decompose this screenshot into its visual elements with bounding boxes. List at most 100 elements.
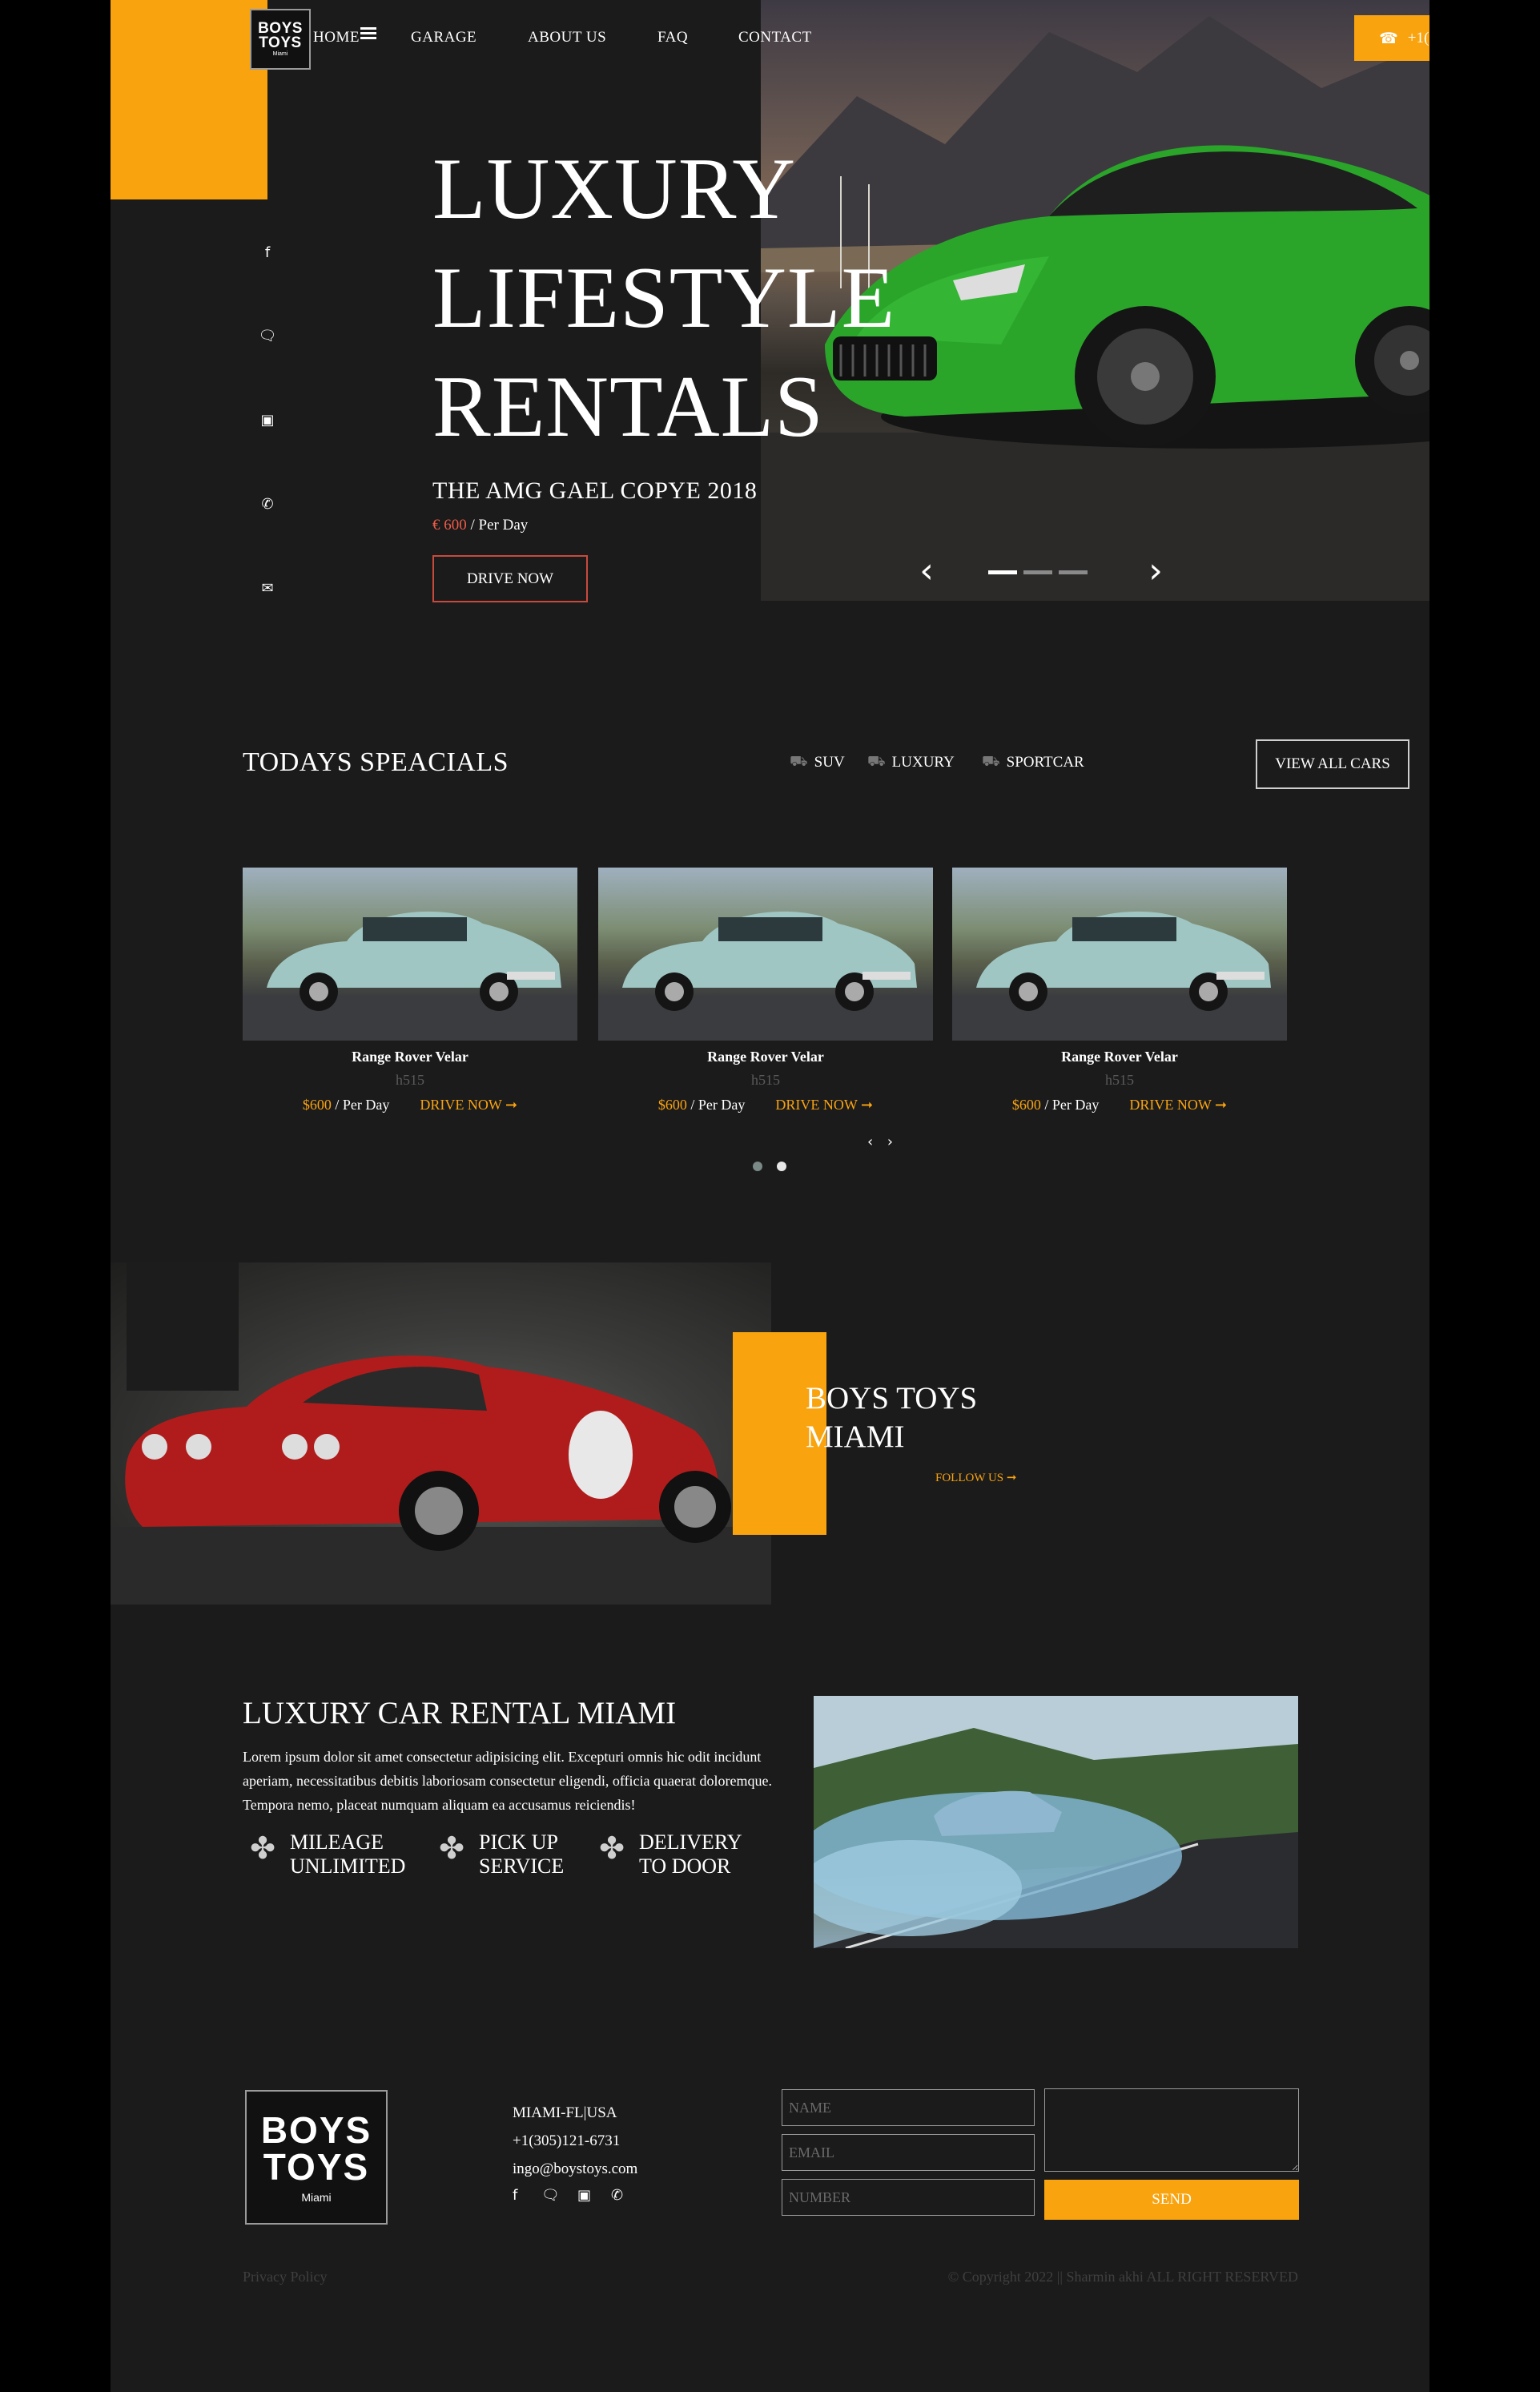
nav-garage[interactable]: GARAGE — [411, 29, 476, 46]
logo-line-3: Miami — [272, 50, 288, 57]
privacy-policy-link[interactable]: Privacy Policy — [243, 2269, 328, 2285]
drift-illustration — [814, 1696, 1298, 1948]
nav-contact[interactable]: CONTACT — [738, 29, 812, 46]
corner-accent-block — [111, 0, 267, 199]
logo-line-3: Miami — [301, 2191, 332, 2204]
chat-icon[interactable]: 🗨 — [541, 2187, 560, 2204]
footer-email[interactable]: ingo@boystoys.com — [513, 2160, 637, 2178]
card-price-row: $600 / Per Day DRIVE NOW ➞ — [598, 1097, 933, 1113]
car-price: $600 / Per Day — [1011, 1097, 1100, 1113]
drive-now-link[interactable]: DRIVE NOW ➞ — [1129, 1097, 1227, 1113]
hero-price: € 600 / Per Day — [432, 517, 528, 534]
currency-symbol: € — [432, 517, 440, 534]
filter-luxury[interactable]: ⛟ LUXURY — [867, 753, 955, 772]
feature-delivery: ✤ DELIVERY TO DOOR — [594, 1830, 742, 1879]
hamburger-menu-icon[interactable] — [360, 27, 376, 40]
car-price: $600 / Per Day — [302, 1097, 390, 1113]
feature-pickup: ✤ PICK UP SERVICE — [434, 1830, 564, 1879]
phone-number: +1(305)121-6731 — [1407, 29, 1429, 46]
facebook-icon[interactable]: f — [513, 2187, 517, 2204]
mail-icon[interactable]: ✉ — [253, 574, 282, 602]
whatsapp-icon[interactable]: ✆ — [611, 2187, 623, 2204]
car-icon: ⛟ — [982, 753, 1000, 770]
classic-car-illustration — [952, 911, 1287, 1041]
car-icon: ⛟ — [790, 753, 808, 770]
hero-slide-dot-2[interactable] — [1023, 570, 1052, 574]
car-icon: ⛟ — [867, 753, 886, 770]
drive-now-link[interactable]: DRIVE NOW ➞ — [775, 1097, 873, 1113]
send-button[interactable]: SEND — [1044, 2180, 1299, 2220]
price-unit: / Per Day — [466, 517, 529, 534]
feature-mileage: ✤ MILEAGE UNLIMITED — [245, 1830, 405, 1879]
filter-suv[interactable]: ⛟ SUV — [790, 753, 845, 772]
phone-icon: ☎ — [1379, 29, 1398, 47]
chat-icon[interactable]: 🗨 — [253, 321, 282, 350]
car-card-image — [952, 868, 1287, 1041]
arrow-right-icon: ➞ — [1215, 1097, 1228, 1113]
message-textarea[interactable] — [1044, 2088, 1299, 2172]
logo-line-1: BOYS — [258, 19, 303, 37]
car-subtitle: h515 — [751, 1072, 780, 1088]
page: BOYS TOYS Miami HOME GARAGE ABOUT US FAQ… — [111, 0, 1429, 2392]
filter-label: SUV — [814, 754, 845, 771]
hero-slide-dot-1[interactable] — [988, 570, 1017, 574]
facebook-icon[interactable]: f — [253, 238, 282, 267]
card-price-row: $600 / Per Day DRIVE NOW ➞ — [952, 1097, 1287, 1113]
arrow-right-icon: ➞ — [505, 1097, 518, 1113]
steering-wheel-icon: ✤ — [250, 1830, 275, 1866]
footer-phone[interactable]: +1(305)121-6731 — [513, 2132, 620, 2150]
header-logo[interactable]: BOYS TOYS Miami — [250, 9, 311, 70]
red-car-image — [111, 1262, 771, 1605]
footer-location: MIAMI-FL|USA — [513, 2104, 617, 2121]
hero-title: LUXURY LIFESTYLE RENTALS — [432, 140, 896, 455]
logo-line-2: TOYS — [259, 34, 302, 51]
car-subtitle: h515 — [1105, 1072, 1134, 1088]
car-card-image — [243, 868, 577, 1041]
carousel-arrows[interactable]: ‹ › — [867, 1134, 898, 1150]
email-input[interactable] — [782, 2134, 1035, 2171]
feature-label: MILEAGE UNLIMITED — [290, 1830, 406, 1878]
whatsapp-icon[interactable]: ✆ — [253, 489, 282, 518]
nav-faq[interactable]: FAQ — [657, 29, 688, 46]
hero-prev-arrow-icon[interactable]: ‹ — [912, 554, 941, 589]
steering-wheel-icon: ✤ — [599, 1830, 625, 1866]
filter-sportcar[interactable]: ⛟ SPORTCAR — [982, 753, 1084, 772]
car-name: Range Rover Velar — [707, 1049, 824, 1065]
phone-button[interactable]: ☎ +1(305)121-6731 — [1354, 15, 1429, 61]
about-title: LUXURY CAR RENTAL MIAMI — [243, 1696, 677, 1730]
about-text: Lorem ipsum dolor sit amet consectetur a… — [243, 1749, 772, 1813]
view-all-cars-button[interactable]: VIEW ALL CARS — [1256, 739, 1409, 789]
arrow-right-icon: ➞ — [861, 1097, 874, 1113]
name-input[interactable] — [782, 2089, 1035, 2126]
hero-drive-now-button[interactable]: DRIVE NOW — [432, 555, 588, 602]
car-name: Range Rover Velar — [352, 1049, 468, 1065]
classic-car-illustration — [243, 911, 577, 1041]
number-input[interactable] — [782, 2179, 1035, 2216]
hero-model-name: THE AMG GAEL COPYE 2018 — [432, 477, 758, 504]
hero-slide-dot-3[interactable] — [1059, 570, 1088, 574]
car-name: Range Rover Velar — [1061, 1049, 1178, 1065]
carousel-dot-1[interactable] — [753, 1162, 762, 1171]
feature-label: DELIVERY TO DOOR — [639, 1830, 742, 1878]
filter-label: LUXURY — [891, 754, 955, 771]
instagram-icon[interactable]: ▣ — [253, 405, 282, 434]
car-card: Range Rover Velar h515 $600 / Per Day DR… — [598, 868, 933, 1113]
car-price: $600 / Per Day — [657, 1097, 746, 1113]
red-car-illustration — [111, 1262, 771, 1605]
nav-about-us[interactable]: ABOUT US — [528, 29, 606, 46]
hero-next-arrow-icon[interactable]: › — [1141, 554, 1170, 589]
arrow-right-icon: ➞ — [1006, 1470, 1017, 1484]
feature-label: PICK UP SERVICE — [479, 1830, 565, 1878]
copyright-text: © Copyright 2022 || Sharmin akhi ALL RIG… — [947, 2269, 1298, 2285]
car-subtitle: h515 — [396, 1072, 424, 1088]
carousel-dot-2[interactable] — [777, 1162, 786, 1171]
nav-home[interactable]: HOME — [313, 29, 360, 46]
car-card: Range Rover Velar h515 $600 / Per Day DR… — [952, 868, 1287, 1113]
footer-logo[interactable]: BOYS TOYS Miami — [245, 2090, 388, 2225]
drive-now-link[interactable]: DRIVE NOW ➞ — [420, 1097, 517, 1113]
follow-us-link[interactable]: FOLLOW US ➞ — [935, 1470, 1016, 1485]
specials-title: TODAYS SPEACIALS — [243, 747, 509, 777]
drift-car-image — [814, 1696, 1298, 1948]
steering-wheel-icon: ✤ — [439, 1830, 464, 1866]
instagram-icon[interactable]: ▣ — [577, 2187, 591, 2204]
